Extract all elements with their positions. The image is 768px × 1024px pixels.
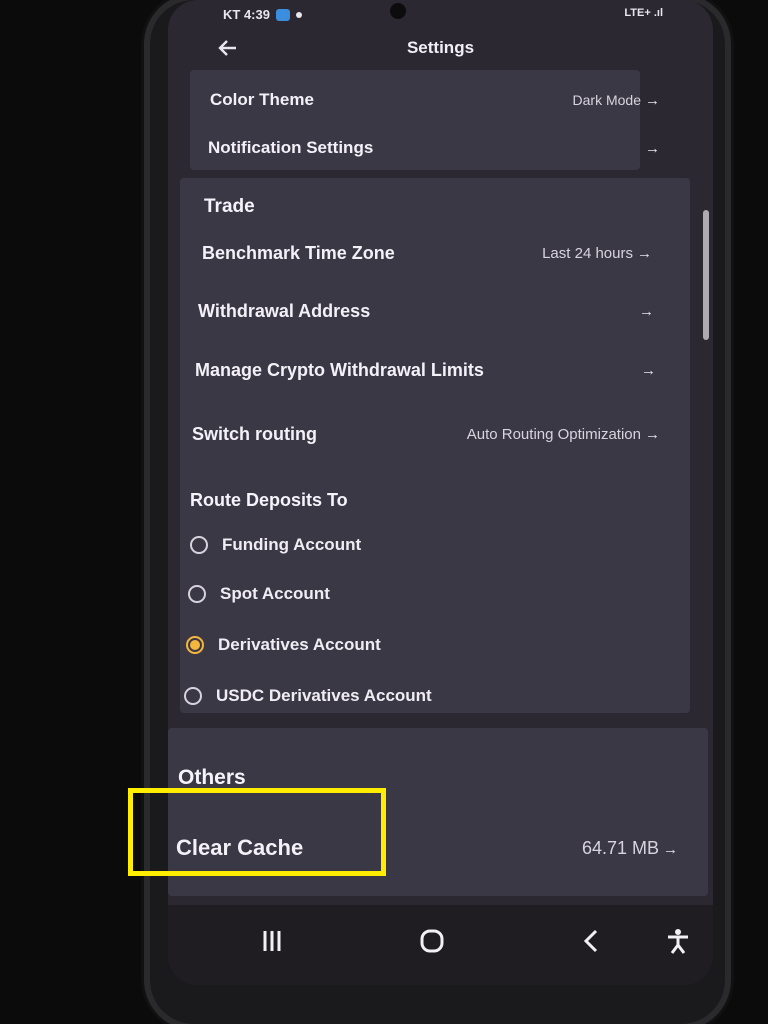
system-back-button[interactable]: [572, 927, 612, 962]
arrow-right-icon: →: [639, 302, 654, 320]
status-bar: KT 4:39 LTE+ .ıl: [168, 0, 713, 30]
radio-label: Spot Account: [220, 584, 330, 603]
withdrawal-address-row[interactable]: Withdrawal Address →: [180, 291, 690, 331]
arrow-right-icon: →: [645, 425, 660, 443]
trade-card: Trade Benchmark Time Zone Last 24 hours →…: [180, 178, 690, 713]
switch-routing-row[interactable]: Switch routing Auto Routing Optimization…: [180, 414, 690, 454]
benchmark-time-zone-value: Last 24 hours →: [542, 244, 652, 262]
accessibility-icon: [668, 929, 688, 954]
chevron-left-icon: [583, 929, 598, 953]
notification-settings-arrow: →: [641, 140, 660, 157]
system-nav-bar: [168, 905, 713, 985]
highlight-box: [128, 788, 386, 876]
radio-label: USDC Derivatives Account: [216, 686, 432, 705]
status-time: KT 4:39: [223, 7, 270, 22]
notification-settings-row[interactable]: Notification Settings →: [190, 128, 660, 168]
arrow-right-icon: →: [645, 139, 660, 157]
manage-withdrawal-limits-arrow: →: [637, 362, 656, 379]
radio-funding-account[interactable]: Funding Account: [190, 527, 361, 563]
home-button[interactable]: [412, 927, 452, 962]
arrow-right-icon: →: [663, 840, 678, 858]
others-title: Others: [178, 766, 246, 789]
notification-settings-label: Notification Settings: [208, 138, 374, 157]
switch-routing-value: Auto Routing Optimization →: [466, 425, 660, 443]
radio-circle-icon[interactable]: [190, 536, 208, 554]
signal-icon: LTE+ .ıl: [624, 7, 663, 19]
trade-title: Trade: [204, 196, 255, 217]
arrow-right-icon: →: [645, 91, 660, 109]
radio-circle-icon[interactable]: [184, 687, 202, 705]
general-settings-card: Color Theme Dark Mode → Notification Sett…: [190, 70, 660, 170]
recent-apps-icon: [263, 931, 281, 951]
route-deposits-title: Route Deposits To: [190, 490, 348, 510]
clear-cache-value: 64.71 MB →: [581, 837, 678, 858]
scrollbar[interactable]: [703, 210, 709, 340]
header: Settings: [168, 32, 713, 66]
radio-derivatives-account[interactable]: Derivatives Account: [186, 627, 381, 663]
accessibility-button[interactable]: [658, 927, 698, 962]
manage-withdrawal-limits-label: Manage Crypto Withdrawal Limits: [195, 359, 484, 380]
radio-usdc-derivatives-account[interactable]: USDC Derivatives Account: [184, 678, 432, 714]
color-theme-value: Dark Mode →: [572, 91, 660, 109]
manage-withdrawal-limits-row[interactable]: Manage Crypto Withdrawal Limits →: [180, 350, 690, 390]
notification-dot-icon: [295, 11, 302, 18]
status-right: LTE+ .ıl: [624, 7, 663, 19]
app-notification-icon: [275, 8, 290, 21]
withdrawal-address-arrow: →: [635, 303, 654, 320]
status-left: KT 4:39: [223, 7, 302, 22]
recent-apps-button[interactable]: [252, 927, 292, 962]
arrow-right-icon: →: [641, 361, 656, 379]
switch-routing-label: Switch routing: [192, 423, 317, 444]
radio-label: Derivatives Account: [218, 635, 381, 654]
benchmark-time-zone-label: Benchmark Time Zone: [202, 242, 395, 263]
color-theme-row[interactable]: Color Theme Dark Mode →: [190, 80, 660, 120]
radio-spot-account[interactable]: Spot Account: [188, 576, 330, 612]
radio-label: Funding Account: [222, 535, 362, 554]
home-icon: [420, 929, 444, 953]
front-camera: [390, 3, 406, 19]
withdrawal-address-label: Withdrawal Address: [198, 300, 371, 321]
radio-checked-icon[interactable]: [186, 636, 204, 654]
color-theme-label: Color Theme: [210, 90, 314, 109]
radio-circle-icon[interactable]: [188, 585, 206, 603]
arrow-right-icon: →: [637, 244, 652, 262]
page-title: Settings: [406, 38, 475, 57]
benchmark-time-zone-row[interactable]: Benchmark Time Zone Last 24 hours →: [180, 233, 690, 273]
